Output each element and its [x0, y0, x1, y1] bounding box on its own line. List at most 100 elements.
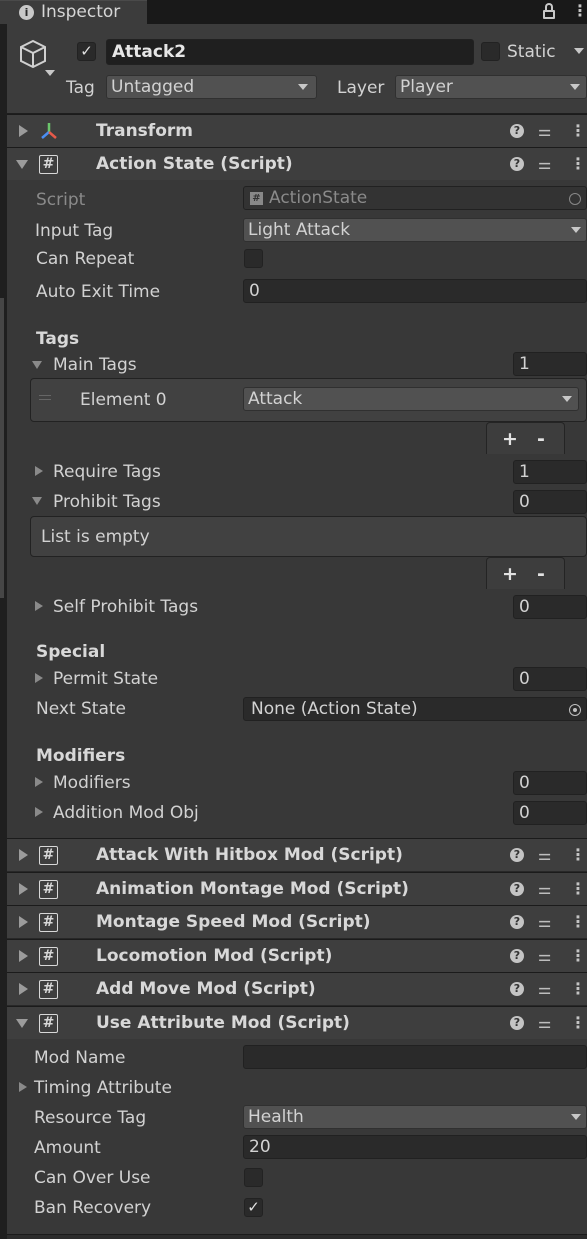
input-tag-dropdown[interactable]: Light Attack [243, 218, 587, 242]
presets-icon[interactable]: ⚌ [538, 912, 551, 932]
prohibit-tags-fold-icon[interactable] [32, 497, 42, 505]
component-menu-icon[interactable]: ⋮ [570, 845, 586, 865]
fold-right-icon [19, 916, 28, 928]
help-icon[interactable]: ? [510, 949, 524, 963]
ban-recovery-checkbox[interactable]: ✓ [244, 1198, 263, 1217]
timing-attribute-fold-icon[interactable] [19, 1082, 27, 1092]
presets-icon[interactable]: ⚌ [538, 845, 551, 865]
action-state-component-header[interactable]: # Action State (Script) ? ⚌ ⋮ [7, 147, 587, 180]
tags-section-header: Tags [36, 329, 80, 349]
static-checkbox[interactable] [481, 42, 500, 61]
chevron-down-icon [571, 1114, 581, 1120]
transform-component-header[interactable]: Transform ? ⚌ ⋮ [7, 114, 587, 147]
require-tags-fold-icon[interactable] [35, 466, 43, 476]
add-move-mod-header[interactable]: # Add Move Mod (Script) ? ⚌ ⋮ [7, 972, 587, 1005]
modifiers-size-input[interactable]: 0 [513, 771, 587, 795]
presets-icon[interactable]: ⚌ [538, 121, 551, 141]
self-prohibit-tags-size-input[interactable]: 0 [513, 595, 587, 619]
can-over-use-checkbox[interactable] [244, 1168, 263, 1187]
active-checkbox[interactable]: ✓ [77, 42, 96, 61]
inspector-tab[interactable]: i Inspector [0, 0, 147, 24]
montage-speed-mod-header[interactable]: # Montage Speed Mod (Script) ? ⚌ ⋮ [7, 905, 587, 938]
help-icon[interactable]: ? [510, 882, 524, 896]
help-icon[interactable]: ? [510, 124, 524, 138]
next-state-object-field[interactable]: None (Action State) [243, 697, 587, 721]
addition-mod-obj-label[interactable]: Addition Mod Obj [53, 802, 199, 824]
addition-mod-obj-size-input[interactable]: 0 [513, 801, 587, 825]
help-icon[interactable]: ? [510, 848, 524, 862]
tab-menu-icon[interactable]: ⋮ [572, 1, 587, 21]
modifiers-fold-icon[interactable] [35, 777, 43, 787]
script-hash-icon: # [39, 980, 58, 999]
presets-icon[interactable]: ⚌ [538, 979, 551, 999]
lock-icon[interactable] [542, 3, 556, 19]
use-attribute-mod-header[interactable]: # Use Attribute Mod (Script) ? ⚌ ⋮ [7, 1006, 587, 1039]
object-picker-icon[interactable] [569, 704, 581, 716]
self-prohibit-tags-label[interactable]: Self Prohibit Tags [53, 596, 198, 618]
transform-icon [39, 121, 59, 141]
gameobject-cube-icon[interactable] [17, 38, 49, 70]
remove-element-button[interactable]: - [537, 563, 545, 585]
presets-icon[interactable]: ⚌ [538, 1013, 551, 1033]
prohibit-tags-size-input[interactable]: 0 [513, 490, 587, 514]
element-0-dropdown[interactable]: Attack [243, 387, 579, 411]
special-section-header: Special [36, 642, 106, 662]
gameobject-name-input[interactable]: Attack2 [106, 39, 474, 65]
prohibit-tags-label[interactable]: Prohibit Tags [53, 491, 161, 513]
script-hash-icon: # [39, 1014, 58, 1033]
presets-icon[interactable]: ⚌ [538, 946, 551, 966]
component-menu-icon[interactable]: ⋮ [570, 879, 586, 899]
help-icon[interactable]: ? [510, 1016, 524, 1030]
main-tags-size-input[interactable]: 1 [513, 352, 587, 376]
mod-name-input[interactable] [243, 1045, 587, 1069]
tab-title: Inspector [41, 2, 121, 22]
add-element-button[interactable]: + [502, 563, 518, 585]
modifiers-label[interactable]: Modifiers [53, 772, 131, 794]
permit-state-label[interactable]: Permit State [53, 668, 158, 690]
animation-montage-mod-header[interactable]: # Animation Montage Mod (Script) ? ⚌ ⋮ [7, 872, 587, 905]
static-dropdown-arrow[interactable] [574, 48, 584, 54]
attack-with-hitbox-mod-header[interactable]: # Attack With Hitbox Mod (Script) ? ⚌ ⋮ [7, 838, 587, 871]
component-menu-icon[interactable]: ⋮ [570, 1013, 586, 1033]
input-tag-label: Input Tag [35, 221, 114, 241]
resource-tag-dropdown[interactable]: Health [243, 1105, 587, 1129]
fold-right-icon [19, 849, 28, 861]
icon-dropdown-arrow[interactable] [45, 70, 55, 76]
modifiers-section-header: Modifiers [36, 746, 126, 766]
tag-dropdown[interactable]: Untagged [106, 75, 317, 99]
presets-icon[interactable]: ⚌ [538, 154, 551, 174]
require-tags-size-input[interactable]: 1 [513, 460, 587, 484]
script-hash-icon: # [39, 155, 58, 174]
presets-icon[interactable]: ⚌ [538, 879, 551, 899]
component-menu-icon[interactable]: ⋮ [570, 946, 586, 966]
component-menu-icon[interactable]: ⋮ [570, 121, 586, 141]
amount-input[interactable]: 20 [243, 1135, 587, 1159]
remove-element-button[interactable]: - [537, 428, 545, 450]
addition-mod-fold-icon[interactable] [35, 807, 43, 817]
drag-handle-icon[interactable] [39, 395, 51, 400]
main-tags-fold-icon[interactable] [32, 361, 42, 369]
add-element-button[interactable]: + [502, 428, 518, 450]
help-icon[interactable]: ? [510, 982, 524, 996]
help-icon[interactable]: ? [510, 915, 524, 929]
can-repeat-checkbox[interactable] [244, 249, 263, 268]
self-prohibit-fold-icon[interactable] [35, 601, 43, 611]
component-menu-icon[interactable]: ⋮ [570, 979, 586, 999]
script-hash-icon: # [39, 913, 58, 932]
main-tags-label[interactable]: Main Tags [53, 354, 137, 376]
timing-attribute-label[interactable]: Timing Attribute [34, 1077, 172, 1099]
script-hash-icon: # [39, 947, 58, 966]
permit-state-fold-icon[interactable] [35, 673, 43, 683]
require-tags-label[interactable]: Require Tags [53, 461, 161, 483]
script-hash-icon: # [39, 880, 58, 899]
component-menu-icon[interactable]: ⋮ [570, 154, 586, 174]
locomotion-mod-header[interactable]: # Locomotion Mod (Script) ? ⚌ ⋮ [7, 939, 587, 972]
component-menu-icon[interactable]: ⋮ [570, 912, 586, 932]
tag-label: Tag [66, 78, 95, 98]
bottom-divider [7, 1234, 587, 1239]
help-icon[interactable]: ? [510, 157, 524, 171]
layer-dropdown[interactable]: Player [395, 75, 587, 99]
permit-state-size-input[interactable]: 0 [513, 667, 587, 691]
auto-exit-time-input[interactable]: 0 [243, 279, 587, 303]
can-over-use-label: Can Over Use [34, 1168, 151, 1188]
